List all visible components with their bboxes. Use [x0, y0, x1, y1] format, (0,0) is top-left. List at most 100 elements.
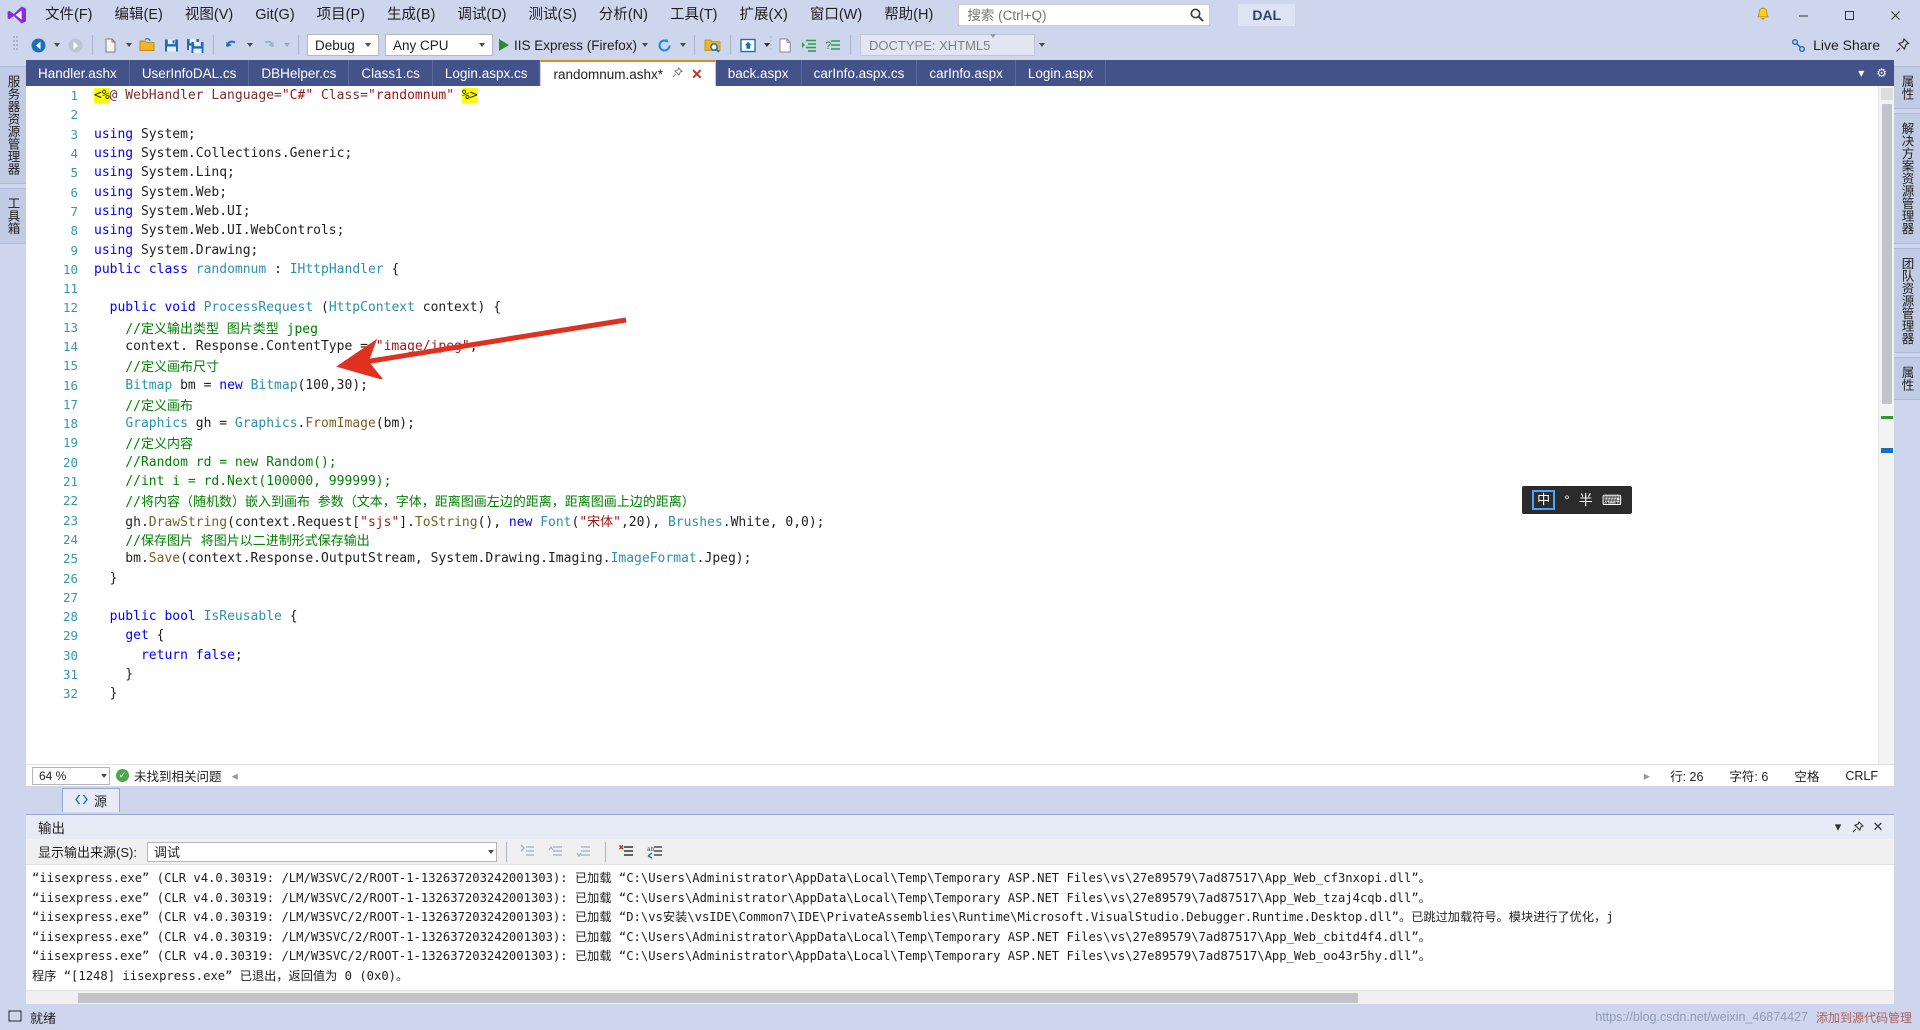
redo-button[interactable] — [256, 32, 280, 58]
code-line[interactable]: 17 //定义画布 — [26, 395, 1878, 414]
code-line-text[interactable]: //定义输出类型 图片类型 jpeg — [88, 318, 318, 337]
code-line-text[interactable]: public void ProcessRequest (HttpContext … — [88, 300, 501, 315]
output-toggle-word-wrap-button[interactable]: ab — [643, 841, 667, 863]
code-line[interactable]: 29 get { — [26, 626, 1878, 645]
code-line-text[interactable]: using System.Web.UI; — [88, 204, 251, 219]
code-line[interactable]: 27 — [26, 588, 1878, 607]
output-source-combo[interactable]: 调试 — [146, 841, 497, 862]
tab-login-aspx-cs[interactable]: Login.aspx.cs — [432, 60, 541, 86]
code-line-text[interactable]: using System.Web.UI.WebControls; — [88, 223, 344, 238]
comment-selection-button[interactable]: ? — [821, 32, 845, 58]
close-tab-icon[interactable]: ✕ — [691, 66, 703, 83]
code-line[interactable]: 14 context. Response.ContentType = "imag… — [26, 337, 1878, 356]
rail-solution-explorer[interactable]: 解决方案资源管理器 — [1892, 113, 1920, 244]
chevron-down-icon[interactable] — [990, 33, 997, 53]
code-line-text[interactable]: } — [88, 686, 118, 701]
menu-debug[interactable]: 调试(D) — [446, 0, 517, 30]
code-line-text[interactable]: <%@ WebHandler Language="C#" Class="rand… — [88, 88, 478, 104]
code-line-text[interactable]: gh.DrawString(context.Request["sjs"].ToS… — [88, 511, 824, 530]
code-line[interactable]: 10 public class randomnum : IHttpHandler … — [26, 260, 1878, 279]
output-goto-next-button[interactable] — [572, 841, 596, 863]
code-line[interactable]: 28 public bool IsReusable { — [26, 607, 1878, 626]
save-button[interactable] — [159, 32, 183, 58]
output-horizontal-scrollbar[interactable] — [26, 990, 1894, 1004]
menu-extensions[interactable]: 扩展(X) — [729, 0, 799, 30]
code-line[interactable]: 30 return false; — [26, 646, 1878, 665]
code-line[interactable]: 2 — [26, 105, 1878, 124]
nav-next-icon[interactable]: ▸ — [1640, 768, 1654, 783]
code-line[interactable]: 15 //定义画布尺寸 — [26, 356, 1878, 375]
search-input[interactable] — [967, 7, 1190, 23]
code-line-text[interactable]: return false; — [88, 648, 243, 663]
output-clear-all-button[interactable] — [615, 841, 639, 863]
code-line[interactable]: 5 using System.Linq; — [26, 163, 1878, 182]
menu-build[interactable]: 生成(B) — [376, 0, 446, 30]
tab-carinfo-aspx[interactable]: carInfo.aspx — [917, 60, 1016, 86]
redo-dropdown[interactable] — [280, 32, 293, 58]
code-line[interactable]: 18 Graphics gh = Graphics.FromImage(bm); — [26, 414, 1878, 433]
menu-tools[interactable]: 工具(T) — [659, 0, 729, 30]
format-document-button[interactable] — [797, 32, 821, 58]
new-file-button[interactable] — [773, 32, 797, 58]
notifications-bell-icon[interactable] — [1746, 0, 1780, 30]
toolbar-overflow-button[interactable] — [1035, 32, 1048, 58]
code-line[interactable]: 24 //保存图片 将图片以二进制形式保存输出 — [26, 530, 1878, 549]
code-line-text[interactable]: } — [88, 571, 118, 586]
tab-userinfodal-cs[interactable]: UserInfoDAL.cs — [129, 60, 250, 86]
code-line[interactable]: 19 //定义内容 — [26, 433, 1878, 452]
code-line[interactable]: 16 Bitmap bm = new Bitmap(100,30); — [26, 375, 1878, 394]
output-goto-previous-button[interactable] — [544, 841, 568, 863]
doctype-combo[interactable]: DOCTYPE: XHTML5 — [860, 33, 1036, 56]
start-debugging-button[interactable]: IIS Express (Firefox) — [496, 32, 652, 58]
rail-team-explorer[interactable]: 团队资源管理器 — [1892, 247, 1920, 353]
scrollbar-up-arrow[interactable] — [1881, 88, 1893, 100]
tab-login-aspx[interactable]: Login.aspx — [1015, 60, 1107, 86]
save-all-button[interactable] — [183, 32, 208, 58]
code-line[interactable]: 3 using System; — [26, 125, 1878, 144]
toolbar-grip[interactable] — [4, 32, 26, 58]
code-editor[interactable]: 1 <%@ WebHandler Language="C#" Class="ran… — [26, 86, 1878, 764]
navigate-backward-dropdown[interactable] — [50, 32, 63, 58]
code-line[interactable]: 20 //Random rd = new Random(); — [26, 453, 1878, 472]
rail-properties[interactable]: 属性 — [1892, 357, 1920, 400]
code-line[interactable]: 6 using System.Web; — [26, 182, 1878, 201]
menu-edit[interactable]: 编辑(E) — [104, 0, 174, 30]
output-log-text[interactable]: “iisexpress.exe” (CLR v4.0.30319: /LM/W3… — [26, 865, 1894, 990]
rail-server-explorer[interactable]: 服务器资源管理器 — [0, 66, 28, 184]
code-line-text[interactable]: public class randomnum : IHttpHandler { — [88, 262, 399, 277]
tab-dbhelper-cs[interactable]: DBHelper.cs — [249, 60, 350, 86]
output-find-message-button[interactable] — [516, 841, 540, 863]
solution-configuration-combo[interactable]: Debug — [307, 34, 379, 56]
pin-tab-icon[interactable] — [672, 67, 683, 81]
output-dropdown-icon[interactable]: ▾ — [1828, 817, 1848, 837]
code-line[interactable]: 11 — [26, 279, 1878, 298]
ime-mode-label[interactable]: 中 — [1532, 490, 1556, 510]
chevron-down-icon[interactable] — [474, 43, 490, 47]
quick-launch-search[interactable] — [958, 4, 1211, 26]
code-line-text[interactable]: //定义内容 — [88, 433, 193, 452]
solution-platform-combo[interactable]: Any CPU — [385, 34, 493, 56]
undo-button[interactable] — [219, 32, 243, 58]
minimize-button[interactable] — [1780, 0, 1826, 30]
output-close-icon[interactable]: ✕ — [1868, 817, 1888, 837]
menu-git[interactable]: Git(G) — [244, 0, 305, 30]
code-line[interactable]: 9 using System.Drawing; — [26, 240, 1878, 259]
code-line-text[interactable]: public bool IsReusable { — [88, 609, 298, 624]
scrollbar-thumb[interactable] — [1882, 104, 1892, 404]
code-line-text[interactable]: //保存图片 将图片以二进制形式保存输出 — [88, 530, 369, 549]
code-line-text[interactable]: //将内容（随机数）嵌入到画布 参数（文本，字体，距离图画左边的距离，距离图画上… — [88, 491, 694, 510]
code-line-text[interactable]: Bitmap bm = new Bitmap(100,30); — [88, 378, 368, 393]
code-line-text[interactable]: //Random rd = new Random(); — [88, 455, 336, 470]
open-file-button[interactable] — [135, 32, 159, 58]
new-project-dropdown[interactable] — [122, 32, 135, 58]
new-project-button[interactable] — [98, 32, 122, 58]
code-line[interactable]: 31 } — [26, 665, 1878, 684]
code-line[interactable]: 7 using System.Web.UI; — [26, 202, 1878, 221]
code-line-text[interactable]: //定义画布 — [88, 395, 193, 414]
code-line-text[interactable]: //定义画布尺寸 — [88, 356, 219, 375]
hot-reload-dropdown[interactable] — [676, 32, 689, 58]
editor-zoom-combo[interactable]: 64 % — [32, 766, 110, 785]
undo-dropdown[interactable] — [243, 32, 256, 58]
navigate-backward-button[interactable] — [26, 32, 50, 58]
menu-help[interactable]: 帮助(H) — [873, 0, 944, 30]
